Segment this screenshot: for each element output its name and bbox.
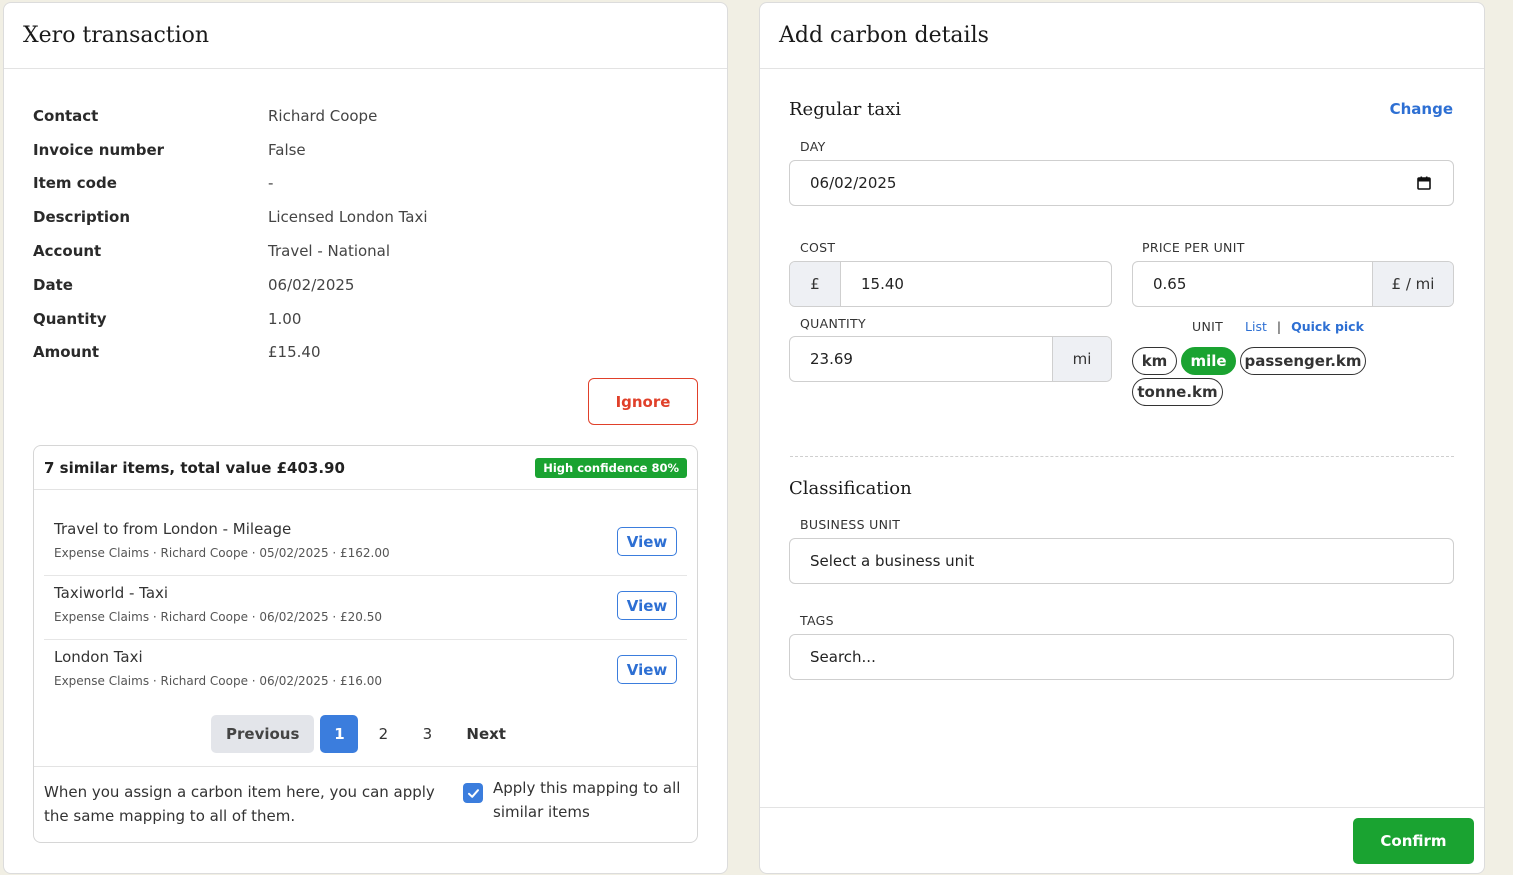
- transaction-details: Contact Richard Coope Invoice number Fal…: [33, 99, 693, 369]
- day-value: 06/02/2025: [810, 174, 897, 192]
- unit-picker-header: UNIT List | Quick pick: [1192, 319, 1364, 334]
- next-page-button[interactable]: Next: [452, 715, 520, 753]
- unit-label: UNIT: [1192, 319, 1224, 334]
- quantity-value: 23.69: [810, 350, 853, 368]
- detail-row-account: Account Travel - National: [33, 234, 693, 268]
- unit-quick-pick-link[interactable]: Quick pick: [1291, 319, 1364, 334]
- unit-option-passenger-km[interactable]: passenger.km: [1240, 347, 1366, 375]
- page-1-button[interactable]: 1: [320, 715, 359, 753]
- day-date-input[interactable]: 06/02/2025: [789, 160, 1454, 206]
- unit-list-link[interactable]: List: [1245, 319, 1267, 334]
- detail-row-item-code: Item code -: [33, 167, 693, 201]
- unit-option-mile[interactable]: mile: [1181, 347, 1236, 375]
- detail-row-description: Description Licensed London Taxi: [33, 200, 693, 234]
- detail-value: Richard Coope: [268, 106, 378, 125]
- similar-item-meta: Expense Claims · Richard Coope · 05/02/2…: [54, 546, 390, 560]
- detail-row-date: Date 06/02/2025: [33, 268, 693, 302]
- similar-items-box: 7 similar items, total value £403.90 Hig…: [33, 445, 698, 843]
- business-unit-label: BUSINESS UNIT: [800, 517, 901, 532]
- confirm-button[interactable]: Confirm: [1353, 818, 1474, 864]
- detail-label: Invoice number: [33, 140, 165, 159]
- detail-value: 1.00: [268, 309, 302, 328]
- similar-items-title: 7 similar items, total value £403.90: [44, 458, 345, 477]
- tags-placeholder: Search...: [810, 648, 876, 666]
- detail-value: 06/02/2025: [268, 275, 355, 294]
- tags-label: TAGS: [800, 613, 834, 628]
- calendar-icon[interactable]: [1417, 176, 1431, 190]
- detail-row-quantity: Quantity 1.00: [33, 302, 693, 336]
- unit-link-separator: |: [1276, 319, 1282, 334]
- similar-item-meta: Expense Claims · Richard Coope · 06/02/2…: [54, 674, 383, 688]
- similar-items-footer: When you assign a carbon item here, you …: [34, 766, 697, 842]
- price-per-unit-input[interactable]: 0.65 £ / mi: [1132, 261, 1454, 307]
- price-per-unit-value: 0.65: [1153, 275, 1187, 293]
- business-unit-select[interactable]: Select a business unit: [789, 538, 1454, 584]
- list-item: London Taxi Expense Claims · Richard Coo…: [44, 640, 687, 704]
- detail-label: Date: [33, 275, 73, 294]
- unit-option-tonne-km[interactable]: tonne.km: [1132, 378, 1223, 406]
- business-unit-placeholder: Select a business unit: [810, 552, 975, 570]
- detail-row-invoice-number: Invoice number False: [33, 133, 693, 167]
- view-button[interactable]: View: [617, 591, 677, 620]
- activity-name: Regular taxi: [789, 99, 902, 120]
- detail-label: Amount: [33, 343, 100, 362]
- carbon-details-footer: Confirm: [760, 807, 1484, 873]
- classification-title: Classification: [789, 478, 912, 499]
- unit-option-km[interactable]: km: [1132, 347, 1177, 375]
- detail-value: -: [268, 174, 274, 193]
- detail-label: Account: [33, 242, 102, 261]
- quantity-label: QUANTITY: [800, 316, 866, 331]
- day-label: DAY: [800, 139, 826, 154]
- carbon-details-header: Add carbon details: [760, 3, 1484, 69]
- detail-value: False: [268, 140, 306, 159]
- panel-title: Add carbon details: [779, 23, 989, 48]
- currency-addon: £: [790, 262, 841, 306]
- similar-items-header: 7 similar items, total value £403.90 Hig…: [34, 446, 697, 490]
- cost-label: COST: [800, 240, 836, 255]
- detail-label: Description: [33, 208, 131, 227]
- similar-item-name: London Taxi: [54, 648, 143, 666]
- xero-transaction-panel: Xero transaction Contact Richard Coope I…: [3, 2, 728, 874]
- list-item: Taxiworld - Taxi Expense Claims · Richar…: [44, 576, 687, 640]
- similar-item-name: Travel to from London - Mileage: [54, 520, 292, 538]
- detail-label: Quantity: [33, 309, 107, 328]
- detail-row-contact: Contact Richard Coope: [33, 99, 693, 133]
- view-button[interactable]: View: [617, 655, 677, 684]
- price-unit-addon: £ / mi: [1372, 262, 1453, 306]
- similar-item-meta: Expense Claims · Richard Coope · 06/02/2…: [54, 610, 383, 624]
- ignore-button[interactable]: Ignore: [588, 378, 698, 425]
- price-per-unit-label: PRICE PER UNIT: [1142, 240, 1245, 255]
- detail-row-amount: Amount £15.40: [33, 336, 693, 370]
- detail-label: Contact: [33, 106, 99, 125]
- section-divider: [790, 456, 1454, 457]
- confidence-badge: High confidence 80%: [535, 457, 687, 478]
- detail-value: £15.40: [268, 343, 321, 362]
- apply-mapping-checkbox[interactable]: [463, 783, 483, 803]
- cost-input[interactable]: £ 15.40: [789, 261, 1112, 307]
- previous-page-button[interactable]: Previous: [211, 715, 315, 753]
- quantity-input[interactable]: 23.69 mi: [789, 336, 1112, 382]
- quantity-unit-addon: mi: [1052, 337, 1111, 381]
- panel-title: Xero transaction: [23, 23, 210, 48]
- page-2-button[interactable]: 2: [364, 715, 402, 753]
- page-3-button[interactable]: 3: [408, 715, 446, 753]
- carbon-details-panel: Add carbon details Regular taxi Change D…: [759, 2, 1485, 874]
- mapping-explanation: When you assign a carbon item here, you …: [44, 783, 435, 825]
- detail-value: Licensed London Taxi: [268, 208, 428, 227]
- detail-value: Travel - National: [268, 242, 391, 261]
- list-item: Travel to from London - Mileage Expense …: [44, 512, 687, 576]
- xero-transaction-header: Xero transaction: [4, 3, 727, 69]
- apply-mapping-label[interactable]: Apply this mapping to all similar items: [493, 776, 693, 824]
- detail-label: Item code: [33, 174, 117, 193]
- similar-items-list: Travel to from London - Mileage Expense …: [44, 512, 687, 704]
- cost-value: 15.40: [861, 275, 904, 293]
- change-link[interactable]: Change: [1390, 100, 1453, 118]
- view-button[interactable]: View: [617, 527, 677, 556]
- checkmark-icon: [467, 788, 479, 798]
- tags-search-input[interactable]: Search...: [789, 634, 1454, 680]
- pagination: Previous 1 2 3 Next: [34, 715, 697, 753]
- similar-item-name: Taxiworld - Taxi: [54, 584, 169, 602]
